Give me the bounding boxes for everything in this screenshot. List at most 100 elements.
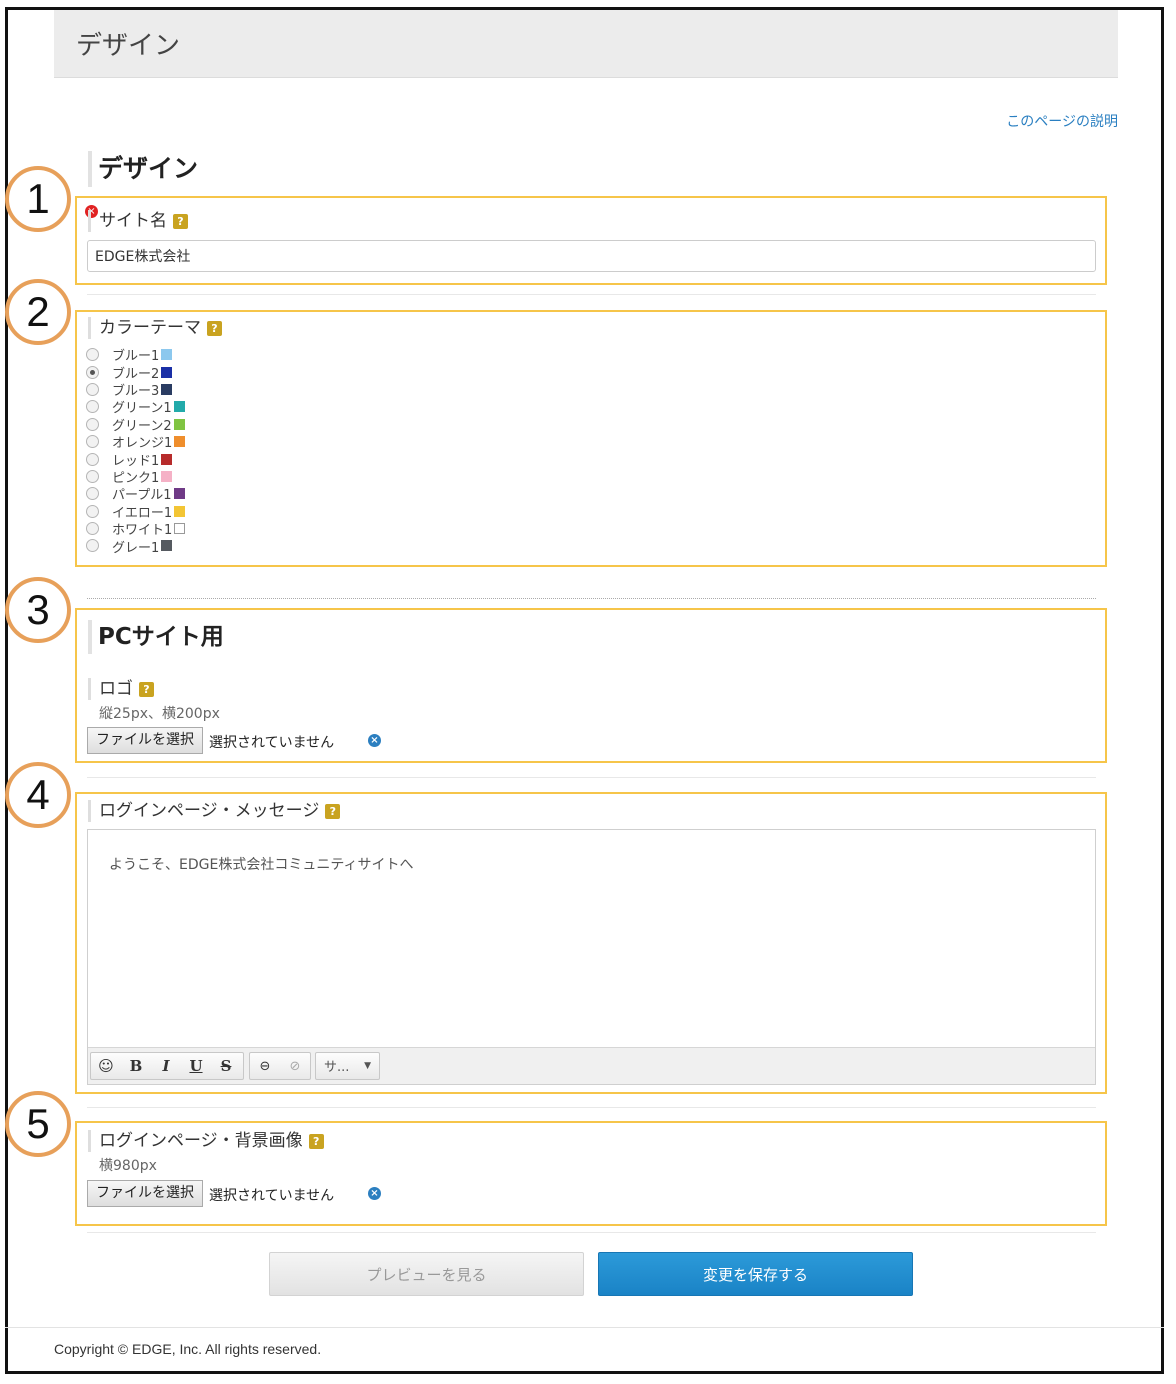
divider [87,598,1096,599]
help-icon[interactable]: ? [308,1133,324,1149]
color-swatch [174,523,186,535]
color-swatch [174,505,186,517]
underline-button[interactable]: U [181,1057,211,1075]
logo-file-button[interactable]: ファイルを選択 [87,727,203,754]
section-title: デザイン [88,151,198,187]
help-icon[interactable]: ? [207,320,222,336]
strikethrough-button[interactable]: S [211,1057,241,1075]
pc-site-title: PCサイト用 [88,620,224,654]
color-theme-option-label: ブルー3 [112,383,160,399]
logo-file-status: 選択されていません [209,735,335,751]
chevron-down-icon: ▼ [364,1061,371,1071]
help-icon[interactable]: ? [325,803,341,819]
annotation-3: 3 [5,577,71,643]
annotation-2: 2 [5,279,71,345]
save-button[interactable]: 変更を保存する [598,1252,913,1296]
radio-button[interactable] [86,417,99,431]
page-header: デザイン [54,10,1118,78]
login-message-editor[interactable]: ようこそ、EDGE株式会社コミュニティサイトへ ☺ B I U S ⊖ ⊘ サ.… [87,829,1096,1085]
page-title: デザイン [76,31,181,61]
radio-button[interactable] [86,452,99,466]
radio-button[interactable] [86,382,99,396]
color-theme-option[interactable]: グリーン1 [86,398,185,417]
preview-button[interactable]: プレビューを見る [269,1252,584,1296]
color-swatch [161,453,173,465]
login-background-label: ログインページ・背景画像? [88,1130,324,1152]
editor-toolbar: ☺ B I U S ⊖ ⊘ サ... ▼ [88,1047,1095,1084]
site-name-input[interactable] [87,240,1096,272]
radio-button[interactable] [86,487,99,501]
site-name-label: サイト名? [88,210,188,232]
background-file-status: 選択されていません [209,1188,335,1204]
color-theme-option-label: ブルー2 [112,366,160,382]
color-theme-option[interactable]: レッド1 [86,450,185,469]
color-theme-option[interactable]: イエロー1 [86,503,186,521]
background-file-button[interactable]: ファイルを選択 [87,1180,203,1207]
color-theme-label: カラーテーマ? [88,317,222,339]
color-swatch [173,401,185,413]
color-theme-option-label: ピンク1 [112,470,160,486]
color-swatch [161,366,173,378]
annotation-5: 5 [5,1091,71,1157]
color-swatch [161,470,173,482]
radio-button[interactable] [86,469,99,483]
color-swatch [173,418,185,430]
italic-button[interactable]: I [151,1057,181,1075]
radio-button[interactable] [86,504,99,518]
link-icon[interactable]: ⊖ [250,1059,280,1074]
radio-button[interactable] [86,522,99,536]
color-theme-option-label: グレー1 [112,540,160,556]
color-swatch [173,488,185,500]
background-size-hint: 横980px [99,1158,157,1174]
color-theme-option[interactable]: ピンク1 [86,468,185,486]
radio-button[interactable] [86,539,99,553]
color-theme-option[interactable]: ブルー1 [86,346,185,365]
help-icon[interactable]: ? [173,213,188,229]
color-theme-option[interactable]: パープル1 [86,485,185,504]
color-theme-option-label: グリーン2 [112,418,172,434]
emoji-icon[interactable]: ☺ [91,1057,121,1075]
color-theme-options: ブルー1 ブルー2 ブルー3 グリーン1 グリーン2 オレンジ1 レッド1 ピンク1 パープル1… [86,346,186,556]
color-swatch [174,436,186,448]
link-group: ⊖ ⊘ [249,1052,311,1080]
editor-content[interactable]: ようこそ、EDGE株式会社コミュニティサイトへ [109,854,413,874]
divider [87,1232,1096,1233]
color-theme-option-label: ホワイト1 [112,523,173,539]
divider [87,1107,1096,1108]
color-theme-option[interactable]: グリーン2 [86,416,185,434]
radio-button[interactable] [86,400,99,414]
logo-size-hint: 縦25px、横200px [99,706,220,722]
font-size-value: サ... [324,1060,350,1075]
annotation-1: 1 [5,166,71,232]
radio-button[interactable] [86,435,99,449]
bold-button[interactable]: B [121,1057,151,1075]
clear-file-icon[interactable]: × [368,734,381,747]
format-group: ☺ B I U S [90,1052,244,1080]
logo-label: ロゴ? [88,678,154,700]
color-theme-highlight [75,310,1107,567]
color-theme-option-label: レッド1 [112,453,160,469]
color-theme-option[interactable]: ホワイト1 [86,520,186,539]
color-theme-option[interactable]: オレンジ1 [86,433,186,452]
color-swatch [161,540,173,552]
divider [87,777,1096,778]
annotation-4: 4 [5,762,71,828]
color-theme-option-label: パープル1 [112,488,172,504]
color-theme-option[interactable]: ブルー3 [86,381,185,399]
color-theme-option-label: ブルー1 [112,349,160,365]
font-size-select[interactable]: サ... ▼ [315,1052,380,1080]
unlink-icon[interactable]: ⊘ [280,1059,310,1074]
color-theme-option-label: オレンジ1 [112,436,173,452]
page-help-link[interactable]: このページの説明 [1006,111,1118,131]
radio-button[interactable] [86,348,99,362]
footer-copyright: Copyright © EDGE, Inc. All rights reserv… [54,1341,322,1357]
color-theme-option[interactable]: ブルー2 [86,363,185,382]
help-icon[interactable]: ? [139,681,154,697]
color-swatch [161,349,173,361]
login-message-label: ログインページ・メッセージ? [88,800,341,822]
color-swatch [161,383,173,395]
clear-file-icon[interactable]: × [368,1187,381,1200]
radio-button[interactable] [86,365,99,379]
color-theme-option[interactable]: グレー1 [86,537,185,556]
color-theme-option-label: グリーン1 [112,401,172,417]
